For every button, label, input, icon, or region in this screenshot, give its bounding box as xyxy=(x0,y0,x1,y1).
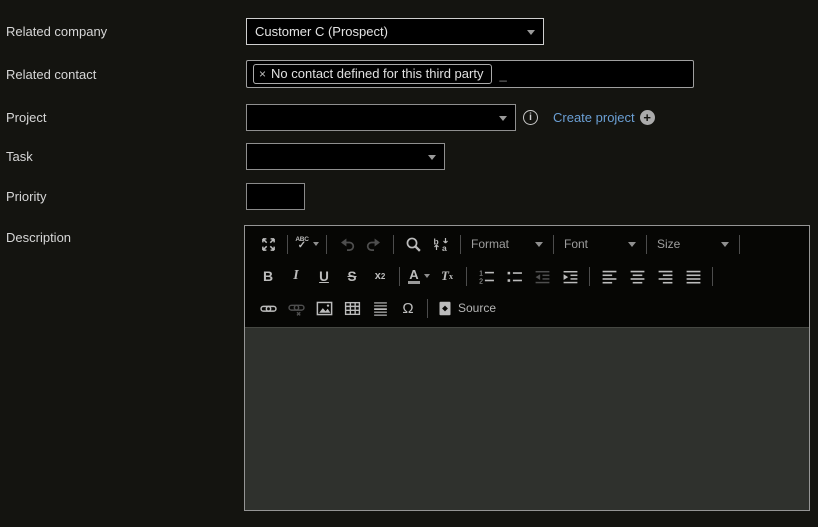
image-icon[interactable] xyxy=(311,296,337,320)
remove-token-icon[interactable]: × xyxy=(259,68,266,80)
chevron-down-icon xyxy=(628,241,636,247)
chevron-down-icon xyxy=(423,274,430,278)
toolbar-separator xyxy=(393,234,394,254)
related-company-select[interactable]: Customer C (Prospect) xyxy=(246,18,544,45)
indent-icon[interactable] xyxy=(557,264,583,288)
align-center-icon[interactable] xyxy=(624,264,650,288)
task-select[interactable] xyxy=(246,143,445,170)
project-label: Project xyxy=(6,110,47,125)
horizontal-rule-icon[interactable] xyxy=(367,296,393,320)
underline-icon[interactable]: U xyxy=(311,264,337,288)
task-label: Task xyxy=(6,149,33,164)
align-left-icon[interactable] xyxy=(596,264,622,288)
chevron-down-icon xyxy=(721,241,729,247)
outdent-icon xyxy=(529,264,555,288)
undo-icon xyxy=(333,232,359,256)
toolbar-separator xyxy=(712,266,713,286)
svg-text:2: 2 xyxy=(479,278,483,285)
toolbar-separator xyxy=(589,266,590,286)
font-dropdown-label: Font xyxy=(564,237,589,251)
toolbar-separator xyxy=(646,234,647,254)
format-dropdown-label: Format xyxy=(471,237,510,251)
special-character-icon[interactable]: Ω xyxy=(395,296,421,320)
chevron-down-icon xyxy=(428,155,436,160)
toolbar-separator xyxy=(739,234,740,254)
source-icon xyxy=(439,301,451,315)
chevron-down-icon xyxy=(312,242,319,246)
numbered-list-icon[interactable]: 1 2 xyxy=(473,264,499,288)
redo-icon xyxy=(361,232,387,256)
text-color-icon[interactable]: A xyxy=(406,264,432,288)
replace-icon[interactable]: b a xyxy=(428,232,454,256)
bold-icon[interactable]: B xyxy=(255,264,281,288)
toolbar-separator xyxy=(326,234,327,254)
row-related-company: Related company Customer C (Prospect) xyxy=(0,18,818,45)
related-company-label: Related company xyxy=(6,24,108,39)
event-form-page: Related company Customer C (Prospect) Re… xyxy=(0,0,818,527)
table-icon[interactable] xyxy=(339,296,365,320)
svg-text:a: a xyxy=(442,243,447,252)
format-dropdown[interactable]: Format xyxy=(466,233,548,255)
toolbar-separator xyxy=(553,234,554,254)
info-icon[interactable]: i xyxy=(523,110,538,125)
remove-format-icon[interactable]: Tx xyxy=(434,264,460,288)
size-dropdown[interactable]: Size xyxy=(652,233,734,255)
description-label: Description xyxy=(6,230,72,245)
row-project: Project i Create project + xyxy=(0,104,818,131)
size-dropdown-label: Size xyxy=(657,237,681,251)
source-button[interactable]: Source xyxy=(434,296,499,320)
bulleted-list-icon[interactable] xyxy=(501,264,527,288)
italic-icon[interactable]: I xyxy=(283,264,309,288)
find-icon[interactable] xyxy=(400,232,426,256)
create-project-link[interactable]: Create project xyxy=(553,110,635,125)
editor-content-area[interactable] xyxy=(245,327,809,510)
priority-input[interactable] xyxy=(246,183,305,210)
align-right-icon[interactable] xyxy=(652,264,678,288)
svg-text:1: 1 xyxy=(479,270,483,277)
related-company-value: Customer C (Prospect) xyxy=(255,24,388,39)
priority-label: Priority xyxy=(6,189,47,204)
add-plus-icon[interactable]: + xyxy=(639,110,655,125)
toolbar-separator xyxy=(399,266,400,286)
font-dropdown[interactable]: Font xyxy=(559,233,641,255)
strikethrough-icon[interactable]: S xyxy=(339,264,365,288)
toolbar-row-1: ABC ✓ b a Format Font Size xyxy=(254,228,801,260)
text-cursor: _ xyxy=(499,66,507,82)
rich-text-editor: ABC ✓ b a Format Font Size B I U S x 2 A… xyxy=(244,225,810,511)
maximize-icon[interactable] xyxy=(255,232,281,256)
spellcheck-icon[interactable]: ABC ✓ xyxy=(294,232,320,256)
spellcheck-check-glyph: ✓ xyxy=(297,240,307,252)
related-contact-multiselect[interactable]: × No contact defined for this third part… xyxy=(246,60,694,88)
event-form: Related company Customer C (Prospect) Re… xyxy=(0,0,818,511)
source-label: Source xyxy=(458,301,497,315)
row-related-contact: Related contact × No contact defined for… xyxy=(0,60,818,88)
contact-token: × No contact defined for this third part… xyxy=(253,64,493,84)
chevron-down-icon xyxy=(527,30,535,35)
project-select[interactable] xyxy=(246,104,516,131)
row-priority: Priority xyxy=(0,183,818,210)
chevron-down-icon xyxy=(499,116,507,121)
link-icon[interactable] xyxy=(255,296,281,320)
toolbar-separator xyxy=(287,234,288,254)
toolbar-separator xyxy=(466,266,467,286)
toolbar-separator xyxy=(427,298,428,318)
superscript-icon[interactable]: x2 xyxy=(367,264,393,288)
contact-token-text: No contact defined for this third party xyxy=(271,66,484,81)
toolbar-row-3: Ω Source xyxy=(254,292,801,324)
unlink-icon xyxy=(283,296,309,320)
toolbar-separator xyxy=(460,234,461,254)
row-description: Description ABC ✓ b a Format Font Size B… xyxy=(0,225,818,511)
chevron-down-icon xyxy=(535,241,543,247)
related-contact-label: Related contact xyxy=(6,66,97,82)
row-task: Task xyxy=(0,143,818,170)
editor-toolbar: ABC ✓ b a Format Font Size B I U S x 2 A… xyxy=(245,226,809,327)
justify-icon[interactable] xyxy=(680,264,706,288)
toolbar-row-2: B I U S x2 A Tx 1 2 xyxy=(254,260,801,292)
